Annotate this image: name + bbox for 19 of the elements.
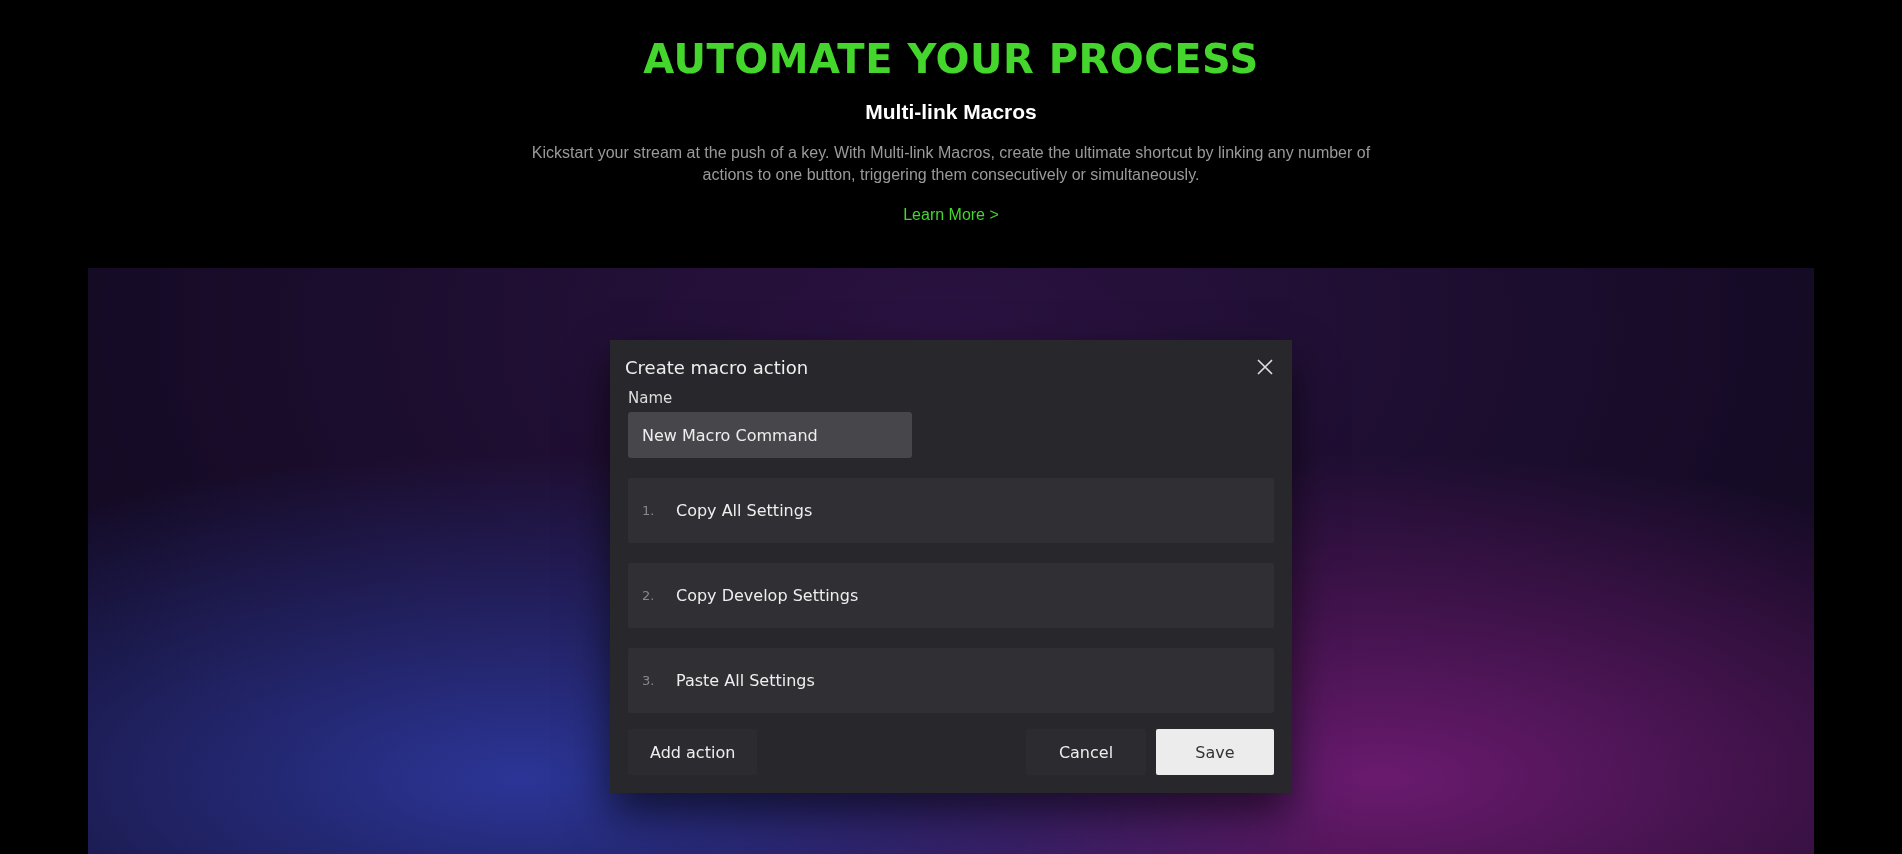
section-heading: AUTOMATE YOUR PROCESS — [643, 36, 1259, 82]
add-action-button[interactable]: Add action — [628, 729, 758, 775]
macro-action-row[interactable]: 2. Copy Develop Settings — [628, 563, 1274, 628]
learn-more-link[interactable]: Learn More > — [903, 206, 999, 224]
action-label: Copy Develop Settings — [676, 586, 859, 605]
macro-action-row[interactable]: 3. Paste All Settings — [628, 648, 1274, 713]
step-number: 3. — [642, 673, 656, 688]
step-number: 2. — [642, 588, 656, 603]
dialog-title: Create macro action — [625, 356, 809, 378]
name-input-field[interactable]: New Macro Command — [628, 412, 912, 458]
macro-action-row[interactable]: 1. Copy All Settings — [628, 478, 1274, 543]
save-button[interactable]: Save — [1156, 729, 1274, 775]
description-text: Kickstart your stream at the push of a key. With Multi-link Macros, create the ultimate shortcut by linking any number of actions to one button, triggering them consecutively or simultaneously. — [530, 143, 1372, 185]
cancel-button[interactable]: Cancel — [1026, 729, 1146, 775]
step-number: 1. — [642, 503, 656, 518]
action-label: Paste All Settings — [676, 671, 815, 690]
close-button[interactable] — [1256, 358, 1274, 376]
section-subheading: Multi-link Macros — [865, 100, 1037, 124]
action-label: Copy All Settings — [676, 501, 813, 520]
